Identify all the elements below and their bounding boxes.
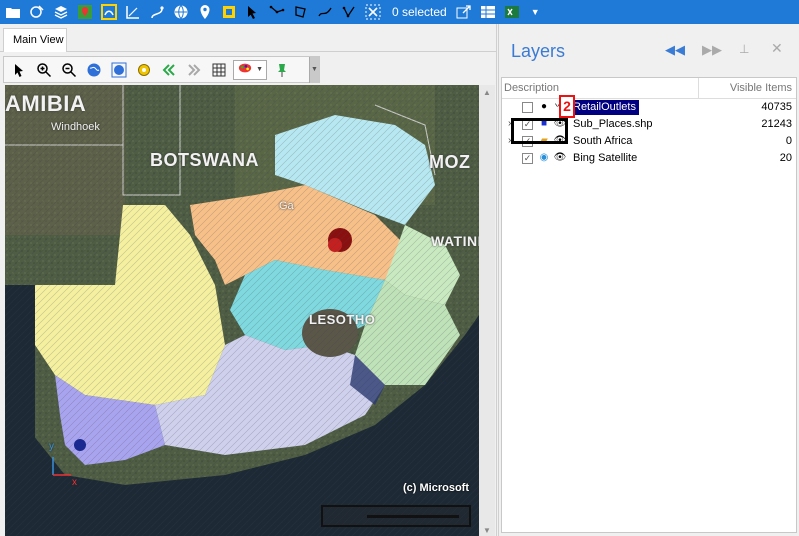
axis-x-label: x: [72, 477, 77, 488]
gear-icon[interactable]: [133, 59, 155, 81]
map-label-windhoek: Windhoek: [51, 121, 100, 133]
map-pin-icon[interactable]: [74, 1, 96, 23]
layer-name: Bing Satellite: [573, 152, 638, 164]
table-icon[interactable]: [477, 1, 499, 23]
globe-icon[interactable]: [170, 1, 192, 23]
layer-name: RetailOutlets: [570, 100, 639, 115]
top-toolbar: 0 selected ▼: [0, 0, 799, 24]
layer-row-bing-satellite[interactable]: ✓ ◉ 👁 Bing Satellite 20: [502, 150, 796, 167]
rewind-icon[interactable]: ◀◀: [665, 42, 685, 58]
column-divider[interactable]: [698, 78, 699, 99]
tab-strip: Main View: [0, 24, 496, 52]
pointer-icon[interactable]: [8, 59, 30, 81]
pin-icon[interactable]: [271, 59, 293, 81]
map-label-mozambique: MOZ: [429, 152, 471, 172]
raster-style-icon: ◉: [539, 152, 549, 163]
pin-panel-icon[interactable]: ⊥: [739, 42, 749, 56]
poly-node-icon[interactable]: [338, 1, 360, 23]
layer-visible-count: 21243: [761, 118, 792, 130]
layer-row-retail-outlets[interactable]: ● 〰 RetailOutlets 40735: [502, 99, 796, 116]
layer-visible-count: 0: [785, 135, 792, 147]
fast-forward-icon[interactable]: ▶▶: [702, 42, 722, 58]
annotation-badge: 2: [559, 95, 575, 118]
back-icon[interactable]: [158, 59, 180, 81]
layer-visibility-checkbox[interactable]: [522, 102, 533, 113]
scroll-down-icon[interactable]: ▼: [483, 526, 491, 535]
grid-icon[interactable]: [208, 59, 230, 81]
chevron-down-icon: ▼: [256, 66, 263, 73]
polygon-select-icon[interactable]: [290, 1, 312, 23]
location-pin-icon[interactable]: [194, 1, 216, 23]
freehand-select-icon[interactable]: [314, 1, 336, 23]
grid-header: Description Visible Items: [502, 78, 796, 99]
map-label-lesotho: LESOTHO: [309, 312, 376, 327]
annotation-highlight-box: [511, 118, 568, 144]
column-header-visible-items[interactable]: Visible Items: [730, 82, 792, 94]
layers-stack-icon[interactable]: [50, 1, 72, 23]
folder-icon[interactable]: [2, 1, 24, 23]
line-select-icon[interactable]: [266, 1, 288, 23]
geo-edit-icon[interactable]: [26, 1, 48, 23]
palette-dropdown[interactable]: ▼: [233, 59, 267, 80]
globe-full-icon[interactable]: [83, 59, 105, 81]
path-icon[interactable]: [146, 1, 168, 23]
measure-icon[interactable]: [122, 1, 144, 23]
selected-count: 0 selected: [392, 5, 447, 19]
layers-title: Layers: [511, 41, 566, 61]
zoom-out-icon[interactable]: [58, 59, 80, 81]
eye-icon[interactable]: 👁: [553, 152, 567, 164]
export-icon[interactable]: [453, 1, 475, 23]
layer-visibility-checkbox[interactable]: ✓: [522, 153, 533, 164]
palette-icon: [237, 61, 253, 78]
select-box-icon[interactable]: [98, 1, 120, 23]
toolbar-expand-handle[interactable]: ▼: [309, 56, 319, 83]
tab-main-view[interactable]: Main View: [3, 28, 67, 52]
frame-icon[interactable]: [218, 1, 240, 23]
map-copyright: (c) Microsoft: [403, 482, 469, 494]
map-toolbar: ▼ ▼: [3, 56, 320, 83]
layer-name: Sub_Places.shp: [573, 118, 653, 130]
map-vertical-scrollbar[interactable]: ▲ ▼: [479, 85, 495, 536]
globe-extent-icon[interactable]: [108, 59, 130, 81]
scale-bar-line: [367, 515, 459, 518]
map-label-gaborone: Ga: [279, 200, 294, 212]
layer-visible-count: 40735: [761, 101, 792, 113]
close-icon[interactable]: ✕: [771, 40, 783, 57]
map-canvas[interactable]: AMIBIA BOTSWANA MOZ WATINI LESOTHO Windh…: [5, 85, 479, 536]
map-label-eswatini: WATINI: [431, 233, 479, 249]
column-header-description[interactable]: Description: [504, 82, 559, 94]
clear-selection-icon[interactable]: [362, 1, 384, 23]
layer-name: South Africa: [573, 135, 633, 147]
axis-y-label: y: [49, 441, 54, 452]
toolbar-overflow-dropdown[interactable]: ▼: [531, 7, 540, 17]
layer-visible-count: 20: [779, 152, 792, 164]
map-label-botswana: BOTSWANA: [150, 150, 259, 170]
zoom-in-icon[interactable]: [33, 59, 55, 81]
point-style-icon: ●: [540, 101, 548, 112]
main-view-pane: Main View ▼ ▼ AMIBIA BOTSWANA MOZ WATINI…: [0, 24, 497, 536]
app-window: 0 selected ▼ Main View ▼ ▼ AMIBIA BOTSWA…: [0, 0, 799, 536]
scale-bar: [321, 505, 471, 527]
layers-panel: Layers ◀◀ ▶▶ ⊥ ✕ Description Visible Ite…: [498, 24, 799, 536]
scroll-up-icon[interactable]: ▲: [483, 88, 491, 97]
layers-grid: Description Visible Items ● 〰 RetailOutl…: [501, 77, 797, 533]
excel-icon[interactable]: [501, 1, 523, 23]
forward-icon[interactable]: [183, 59, 205, 81]
map-label-namibia: AMIBIA: [5, 91, 87, 116]
select-arrow-icon[interactable]: [242, 1, 264, 23]
